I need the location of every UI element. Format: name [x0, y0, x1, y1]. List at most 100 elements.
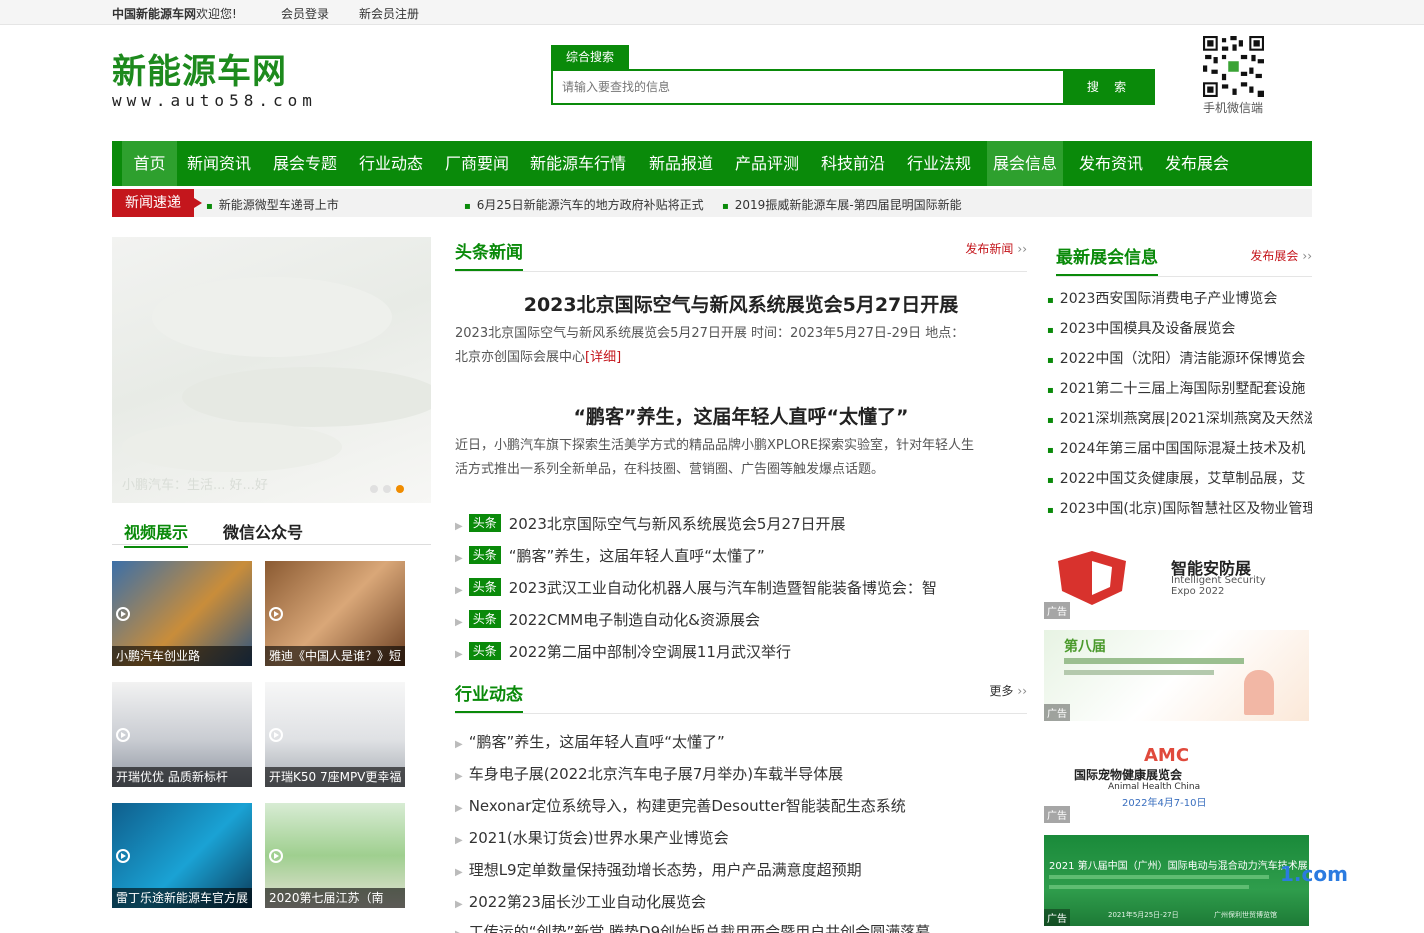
arrow-icon: ▶ [455, 553, 463, 564]
play-icon [116, 849, 130, 863]
ad-year: Expo 2022 [1171, 586, 1225, 597]
arrow-icon: ▶ [455, 835, 463, 846]
video-thumb[interactable]: 2020第七届江苏（南 [265, 803, 405, 908]
industry-item[interactable]: ▶ 2022第23届长沙工业自动化展览会 [455, 891, 1027, 913]
industry-item[interactable]: ▶ “鹏客”养生，这届年轻人直呼“太懂了” [455, 731, 1027, 753]
top-story-title[interactable]: 2023北京国际空气与新风系统展览会5月27日开展 [455, 290, 1027, 317]
nav-new-products[interactable]: 新品报道 [643, 141, 719, 186]
post-news-link[interactable]: 发布新闻 ›› [965, 240, 1027, 257]
industry-header: 行业动态 更多 ›› [455, 680, 1027, 714]
industry-item[interactable]: ▶ 理想L9定单数量保持强劲增长态势，用户产品满意度超预期 [455, 859, 1027, 881]
video-thumb[interactable]: 开瑞K50 7座MPV更幸福 [265, 682, 405, 787]
expo-header: 最新展会信息 发布展会 ›› [1056, 243, 1312, 277]
play-icon [269, 607, 283, 621]
nav-makers[interactable]: 厂商要闻 [439, 141, 515, 186]
ad-pet-health[interactable]: AMC 国际宠物健康展览会 Animal Health China 2022年4… [1044, 733, 1309, 823]
slide-dot[interactable] [383, 485, 391, 493]
slide-caption: 小鹏汽车：生活... 好...好 [122, 478, 268, 493]
nav-post-news[interactable]: 发布资讯 [1073, 141, 1149, 186]
ad-title: 2021 第八届中国（广州）国际电动与混合动力汽车技术展览会 [1049, 861, 1307, 872]
industry-item[interactable]: ▶工传运的“创势”新堂 腾势D9创始版总裁用西会暨用户共创会圆满落幕 [455, 921, 1027, 933]
video-thumb[interactable]: 雅迪《中国人是谁？》短 [265, 561, 405, 666]
ad-ev-expo[interactable]: 2021 第八届中国（广州）国际电动与混合动力汽车技术展览会 2021年5月25… [1044, 835, 1309, 926]
headline-badge: 头条 [468, 546, 501, 564]
ad-expo-8th[interactable]: 第八届 广告 [1044, 630, 1309, 721]
video-title: 2020第七届江苏（南 [265, 888, 405, 908]
nav-expo-topics[interactable]: 展会专题 [267, 141, 343, 186]
ticker-item[interactable]: 新能源微型车递哥上市 [206, 196, 339, 213]
detail-link[interactable]: [详细] [585, 350, 621, 365]
nav-post-expo[interactable]: 发布展会 [1159, 141, 1235, 186]
play-icon [269, 728, 283, 742]
nav-reviews[interactable]: 产品评测 [729, 141, 805, 186]
play-icon [116, 607, 130, 621]
expo-item[interactable]: ▪ 2022中国艾灸健康展，艾草制品展，艾 [1047, 468, 1312, 490]
ticker-item[interactable]: 6月25日新能源汽车的地方政府补贴将正式 [464, 196, 704, 213]
nav-industry[interactable]: 行业动态 [353, 141, 429, 186]
slide-dot-active[interactable] [396, 485, 404, 493]
industry-item[interactable]: ▶ 2021(水果订货会)世界水果产业博览会 [455, 827, 1027, 849]
slide-image [122, 277, 431, 472]
video-title: 开瑞K50 7座MPV更幸福 [265, 767, 405, 787]
chevron-right-icon: ›› [1017, 242, 1027, 256]
expo-item[interactable]: ▪ 2023中国(北京)国际智慧社区及物业管理 [1047, 498, 1312, 520]
expo-item[interactable]: ▪ 2023西安国际消费电子产业博览会 [1047, 288, 1312, 310]
chevron-right-icon: ›› [1302, 249, 1312, 263]
ticker-tag: 新闻速递 [112, 189, 202, 217]
main-nav: 首页 新闻资讯 展会专题 行业动态 厂商要闻 新能源车行情 新品报道 产品评测 … [112, 141, 1312, 186]
expo-item[interactable]: ▪ 2021第二十三届上海国际别墅配套设施 [1047, 378, 1312, 400]
slide-dot[interactable] [370, 485, 378, 493]
expo-item[interactable]: ▪ 2023中国模具及设备展览会 [1047, 318, 1312, 340]
nav-tech[interactable]: 科技前沿 [815, 141, 891, 186]
search-input[interactable] [551, 69, 1065, 105]
expo-item[interactable]: ▪ 2024年第三届中国国际混凝土技术及机 [1047, 438, 1312, 460]
headline-item[interactable]: ▶ 头条 2022第二届中部制冷空调展11月武汉举行 [455, 641, 1027, 663]
video-title: 雅迪《中国人是谁？》短 [265, 646, 405, 666]
ad-security-expo[interactable]: 智能安防展 Intelligent Security Expo 2022 广告 [1044, 535, 1309, 619]
shield-icon [1058, 551, 1126, 605]
headline-item[interactable]: ▶ 头条 2023武汉工业自动化机器人展与汽车制造暨智能装备博览会：智 [455, 577, 1027, 599]
headline-item[interactable]: ▶ 头条 “鹏客”养生，这届年轻人直呼“太懂了” [455, 545, 1027, 567]
ticker-item[interactable]: 2019振威新能源车展-第四届昆明国际新能 [722, 196, 962, 213]
video-thumb[interactable]: 开瑞优优 品质新标杆 [112, 682, 252, 787]
logo-url: www.auto58.com [112, 91, 317, 110]
industry-item[interactable]: ▶ Nexonar定位系统导入，构建更完善Desoutter智能装配生态系统 [455, 795, 1027, 817]
more-link[interactable]: 更多 ›› [989, 682, 1027, 699]
ad-subtitle: Intelligent Security [1171, 575, 1266, 586]
top-story-title[interactable]: “鹏客”养生，这届年轻人直呼“太懂了” [455, 402, 1027, 429]
post-expo-link[interactable]: 发布展会 ›› [1250, 247, 1312, 264]
play-icon [116, 728, 130, 742]
nav-market[interactable]: 新能源车行情 [525, 141, 631, 186]
nav-news[interactable]: 新闻资讯 [181, 141, 257, 186]
video-thumb[interactable]: 雷丁乐途新能源车官方展 [112, 803, 252, 908]
site-logo[interactable]: 新能源车网 www.auto58.com [112, 52, 342, 112]
register-link[interactable]: 新会员注册 [359, 5, 419, 22]
news-ticker: 新闻速递 新能源微型车递哥上市 6月25日新能源汽车的地方政府补贴将正式 201… [112, 189, 1312, 217]
search-tab[interactable]: 综合搜索 [551, 45, 629, 69]
arrow-icon: ▶ [455, 771, 463, 782]
bullet-icon: ▪ [1047, 295, 1054, 306]
login-link[interactable]: 会员登录 [281, 5, 329, 22]
headline-badge: 头条 [468, 578, 501, 596]
nav-regulations[interactable]: 行业法规 [901, 141, 977, 186]
expo-item[interactable]: ▪ 2022中国（沈阳）清洁能源环保博览会 [1047, 348, 1312, 370]
welcome-text: 中国新能源车网欢迎您! [112, 7, 237, 21]
industry-item[interactable]: ▶ 车身电子展(2022北京汽车电子展7月举办)车载半导体展 [455, 763, 1027, 785]
bullet-icon: ▪ [1047, 445, 1054, 456]
image-slideshow[interactable]: 小鹏汽车：生活... 好...好 [112, 237, 431, 503]
chevron-right-icon: ›› [1017, 684, 1027, 698]
bullet-icon: ▪ [1047, 385, 1054, 396]
nav-home[interactable]: 首页 [122, 141, 177, 186]
search-button[interactable]: 搜 索 [1064, 69, 1155, 105]
headline-item[interactable]: ▶ 头条 2023北京国际空气与新风系统展览会5月27日开展 [455, 513, 1027, 535]
bullet-icon: ▪ [1047, 415, 1054, 426]
video-title: 开瑞优优 品质新标杆 [112, 767, 252, 787]
nav-expo-info[interactable]: 展会信息 [987, 141, 1063, 186]
video-thumb[interactable]: 小鹏汽车创业路 [112, 561, 252, 666]
tab-video[interactable]: 视频展示 [124, 519, 189, 548]
ad-date: 2022年4月7-10日 [1122, 798, 1207, 809]
headline-item[interactable]: ▶ 头条 2022CMM电子制造自动化&资源展会 [455, 609, 1027, 631]
tab-wechat[interactable]: 微信公众号 [223, 519, 303, 543]
expo-item[interactable]: ▪ 2021深圳燕窝展|2021深圳燕窝及天然滋 [1047, 408, 1312, 430]
headline-badge: 头条 [468, 610, 501, 628]
